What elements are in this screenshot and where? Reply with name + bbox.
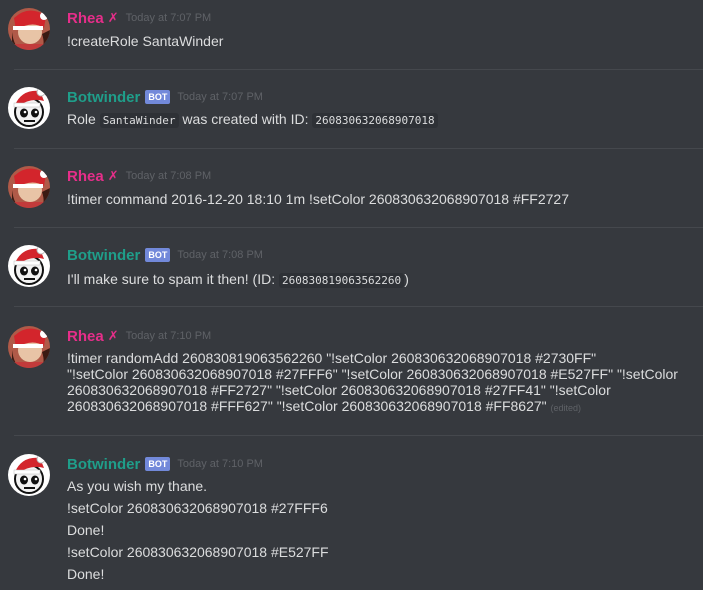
message-header: Rhea ✗ Today at 7:07 PM [67, 8, 211, 28]
message: Botwinder BOT Today at 7:08 PM I'll make… [0, 237, 703, 307]
christmas-bow-icon: ✗ [107, 328, 119, 343]
bot-avatar[interactable] [8, 245, 50, 287]
author-name[interactable]: Rhea [67, 328, 104, 345]
message-divider [14, 227, 703, 228]
message-header: Rhea ✗ Today at 7:10 PM [67, 326, 211, 346]
message-text: Done! [67, 566, 105, 582]
message-text: Done! [67, 522, 105, 538]
message-header: Botwinder BOT Today at 7:07 PM [67, 87, 263, 107]
author-name[interactable]: Botwinder [67, 247, 140, 264]
message-text: !timer randomAdd 260830819063562260 "!se… [67, 350, 597, 366]
message: Rhea ✗ Today at 7:07 PM !createRole Sant… [0, 0, 703, 70]
text-segment: Role [67, 111, 100, 127]
bot-badge: BOT [145, 457, 171, 471]
message-text: !setColor 260830632068907018 #E527FF [67, 544, 329, 560]
user-avatar[interactable] [8, 326, 50, 368]
timestamp: Today at 7:07 PM [125, 12, 212, 24]
text-segment: 260830632068907018 #FFF627" "!setColor 2… [67, 398, 547, 414]
message-text: !setColor 260830632068907018 #27FFF6 [67, 500, 328, 516]
message-text: As you wish my thane. [67, 478, 208, 494]
user-avatar[interactable] [8, 8, 50, 50]
message-divider [14, 435, 703, 436]
author-name[interactable]: Botwinder [67, 456, 140, 473]
timestamp: Today at 7:10 PM [177, 458, 263, 470]
text-segment: was created with ID: [178, 111, 313, 127]
message-divider [14, 148, 703, 149]
message-header: Botwinder BOT Today at 7:10 PM [67, 454, 263, 474]
message: Botwinder BOT Today at 7:10 PM As you wi… [0, 446, 703, 590]
christmas-bow-icon: ✗ [107, 10, 119, 25]
message-text: !createRole SantaWinder [67, 33, 224, 49]
user-avatar[interactable] [8, 166, 50, 208]
bot-badge: BOT [145, 90, 171, 104]
message-text: Role SantaWinder was created with ID: 26… [67, 111, 438, 129]
bot-avatar[interactable] [8, 454, 50, 496]
message-text: 260830632068907018 #FFF627" "!setColor 2… [67, 398, 581, 417]
bot-avatar[interactable] [8, 87, 50, 129]
message-divider [14, 306, 703, 307]
timestamp: Today at 7:07 PM [177, 91, 263, 103]
message-text: "!setColor 260830632068907018 #27FFF6" "… [67, 366, 678, 382]
message-text: I'll make sure to spam it then! (ID: 260… [67, 271, 409, 289]
message: Botwinder BOT Today at 7:07 PM Role Sant… [0, 79, 703, 149]
author-name[interactable]: Rhea [67, 168, 104, 185]
timestamp: Today at 7:10 PM [125, 330, 212, 342]
timestamp: Today at 7:08 PM [177, 249, 263, 261]
text-segment: I'll make sure to spam it then! (ID: [67, 271, 279, 287]
message-divider [14, 69, 703, 70]
message-header: Botwinder BOT Today at 7:08 PM [67, 245, 263, 265]
text-segment: ) [404, 271, 409, 287]
inline-code: 260830632068907018 [312, 113, 438, 128]
edited-label: (edited) [550, 403, 582, 413]
message-text: !timer command 2016-12-20 18:10 1m !setC… [67, 191, 569, 207]
inline-code: 260830819063562260 [278, 273, 405, 288]
christmas-bow-icon: ✗ [107, 168, 119, 183]
message-text: 260830632068907018 #FF2727" "!setColor 2… [67, 382, 611, 398]
timestamp: Today at 7:08 PM [125, 170, 212, 182]
author-name[interactable]: Botwinder [67, 89, 140, 106]
author-name[interactable]: Rhea [67, 10, 104, 27]
bot-badge: BOT [145, 248, 171, 262]
message: Rhea ✗ Today at 7:10 PM !timer randomAdd… [0, 318, 703, 433]
message-header: Rhea ✗ Today at 7:08 PM [67, 166, 211, 186]
message: Rhea ✗ Today at 7:08 PM !timer command 2… [0, 158, 703, 228]
inline-code: SantaWinder [99, 113, 179, 128]
